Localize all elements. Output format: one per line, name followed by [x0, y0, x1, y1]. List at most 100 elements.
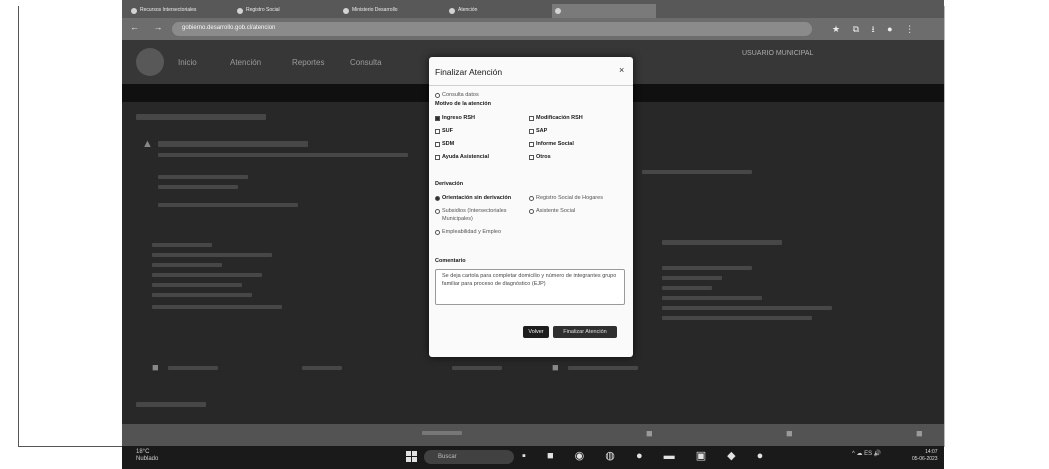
browser-tab-active[interactable] [552, 4, 656, 18]
background-alert [158, 141, 308, 147]
background-text [662, 306, 832, 310]
nav-item-consulta[interactable]: Consulta [350, 58, 382, 67]
background-bottom-bar: ■ ■ ■ [122, 424, 944, 446]
radio-icon [529, 208, 534, 214]
frame-left [18, 6, 19, 446]
motivo-modificacion-rsh-checkbox[interactable]: Modificación RSH [529, 115, 583, 121]
radio-icon [529, 195, 534, 201]
derivacion-heading: Derivación [435, 181, 464, 187]
url-input[interactable]: gobierno.desarrollo.gob.cl/atencion [172, 22, 812, 36]
nav-item-atencion[interactable]: Atención [230, 58, 261, 67]
motivo-ayuda-asistencial-checkbox[interactable]: Ayuda Asistencial [435, 154, 489, 160]
checkbox-checked-icon [435, 115, 440, 121]
background-text [152, 293, 252, 297]
background-text [662, 266, 752, 270]
motivo-sdm-checkbox[interactable]: SDM [435, 141, 454, 147]
square-icon: ■ [552, 362, 559, 374]
screen-photo: Recursos Intersectoriales Registro Socia… [122, 0, 944, 469]
radio-checked-icon [435, 195, 440, 201]
browser-address-bar: ← → ⟳ gobierno.desarrollo.gob.cl/atencio… [122, 18, 944, 40]
browser-tab[interactable]: Registro Social [234, 4, 338, 18]
comentario-textarea[interactable]: Se deja cartola para completar domicilio… [435, 269, 625, 305]
background-text [662, 240, 782, 245]
square-icon: ■ [152, 362, 159, 374]
finalizar-atencion-button[interactable]: Finalizar Atención [553, 326, 617, 338]
close-icon[interactable]: × [619, 65, 624, 75]
taskbar-search-input[interactable]: Buscar [424, 450, 514, 464]
background-text [152, 253, 272, 257]
checkbox-icon [529, 154, 534, 160]
background-text [568, 366, 638, 370]
motivo-sap-checkbox[interactable]: SAP [529, 128, 547, 134]
background-text [152, 305, 282, 309]
modal-divider [429, 85, 633, 86]
taskbar-app-icons[interactable]: ▪ ■ ◉ ◍ ● ▬ ▣ ◆ ● [522, 449, 772, 462]
background-heading [136, 402, 206, 407]
checkbox-icon [529, 115, 534, 121]
browser-tab[interactable]: Ministerio Desarrollo [340, 4, 444, 18]
background-text [152, 273, 262, 277]
radio-icon [435, 229, 440, 235]
checkbox-icon [435, 154, 440, 160]
background-text [452, 366, 502, 370]
background-text [662, 296, 762, 300]
background-text [422, 431, 462, 435]
browser-tab[interactable]: Recursos Intersectoriales [128, 4, 232, 18]
favicon-icon [237, 8, 243, 14]
favicon-icon [131, 8, 137, 14]
nav-item-reportes[interactable]: Reportes [292, 58, 324, 67]
browser-tab-bar: Recursos Intersectoriales Registro Socia… [122, 0, 944, 18]
background-alert-text [158, 153, 408, 157]
square-icon: ■ [916, 428, 923, 440]
derivacion-subsidios-radio[interactable]: Subsidios (Intersectoriales [435, 208, 507, 214]
square-icon: ■ [646, 428, 653, 440]
background-text [158, 175, 248, 179]
motivo-heading: Motivo de la atención [435, 101, 491, 107]
favicon-icon [343, 8, 349, 14]
finalizar-atencion-modal: Finalizar Atención × Consulta datos Moti… [429, 57, 633, 357]
background-text [152, 283, 242, 287]
taskbar-clock[interactable]: 14:07 05-06-2023 [912, 449, 938, 463]
background-text [152, 263, 222, 267]
derivacion-rsh-radio[interactable]: Registro Social de Hogares [529, 195, 603, 201]
motivo-suf-checkbox[interactable]: SUF [435, 128, 453, 134]
windows-taskbar: 18°C Nublado Buscar ▪ ■ ◉ ◍ ● ▬ ▣ ◆ ● ^ … [122, 446, 944, 469]
background-text [158, 185, 238, 189]
derivacion-asistente-social-radio[interactable]: Asistente Social [529, 208, 575, 214]
motivo-otros-checkbox[interactable]: Otros [529, 154, 551, 160]
background-text [302, 366, 342, 370]
motivo-informe-social-checkbox[interactable]: Informe Social [529, 141, 574, 147]
square-icon: ■ [786, 428, 793, 440]
checkbox-icon [435, 141, 440, 147]
background-text [152, 243, 212, 247]
background-text [662, 286, 712, 290]
radio-icon [435, 208, 440, 214]
background-text [158, 203, 298, 207]
system-tray[interactable]: ^ ☁ ES 🔊 [852, 450, 881, 457]
consulta-checkbox[interactable]: Consulta datos [435, 92, 479, 98]
background-text [642, 170, 752, 174]
government-logo-icon [136, 48, 164, 76]
favicon-icon [555, 8, 561, 14]
background-text [662, 316, 812, 320]
weather-widget[interactable]: 18°C Nublado [136, 449, 158, 463]
background-heading [136, 114, 266, 120]
checkbox-icon [529, 128, 534, 134]
checkbox-icon [435, 128, 440, 134]
derivacion-empleabilidad-radio[interactable]: Empleabilidad y Empleo [435, 229, 501, 235]
browser-toolbar-icons[interactable]: ★ ⧉ ⭳ ● ⋮ [832, 22, 919, 38]
motivo-ingreso-rsh-checkbox[interactable]: Ingreso RSH [435, 115, 475, 121]
modal-title: Finalizar Atención [435, 67, 503, 77]
favicon-icon [449, 8, 455, 14]
language-indicator: ES [864, 451, 873, 457]
user-name[interactable]: USUARIO MUNICIPAL [742, 50, 813, 57]
comentario-heading: Comentario [435, 258, 466, 264]
background-text [168, 366, 218, 370]
nav-item-inicio[interactable]: Inicio [178, 58, 197, 67]
derivacion-orientacion-radio[interactable]: Orientación sin derivación [435, 195, 511, 201]
browser-tab[interactable]: Atención [446, 4, 550, 18]
windows-start-icon[interactable] [406, 451, 418, 463]
radio-icon [435, 92, 440, 98]
background-text [662, 276, 722, 280]
volver-button[interactable]: Volver [523, 326, 549, 338]
